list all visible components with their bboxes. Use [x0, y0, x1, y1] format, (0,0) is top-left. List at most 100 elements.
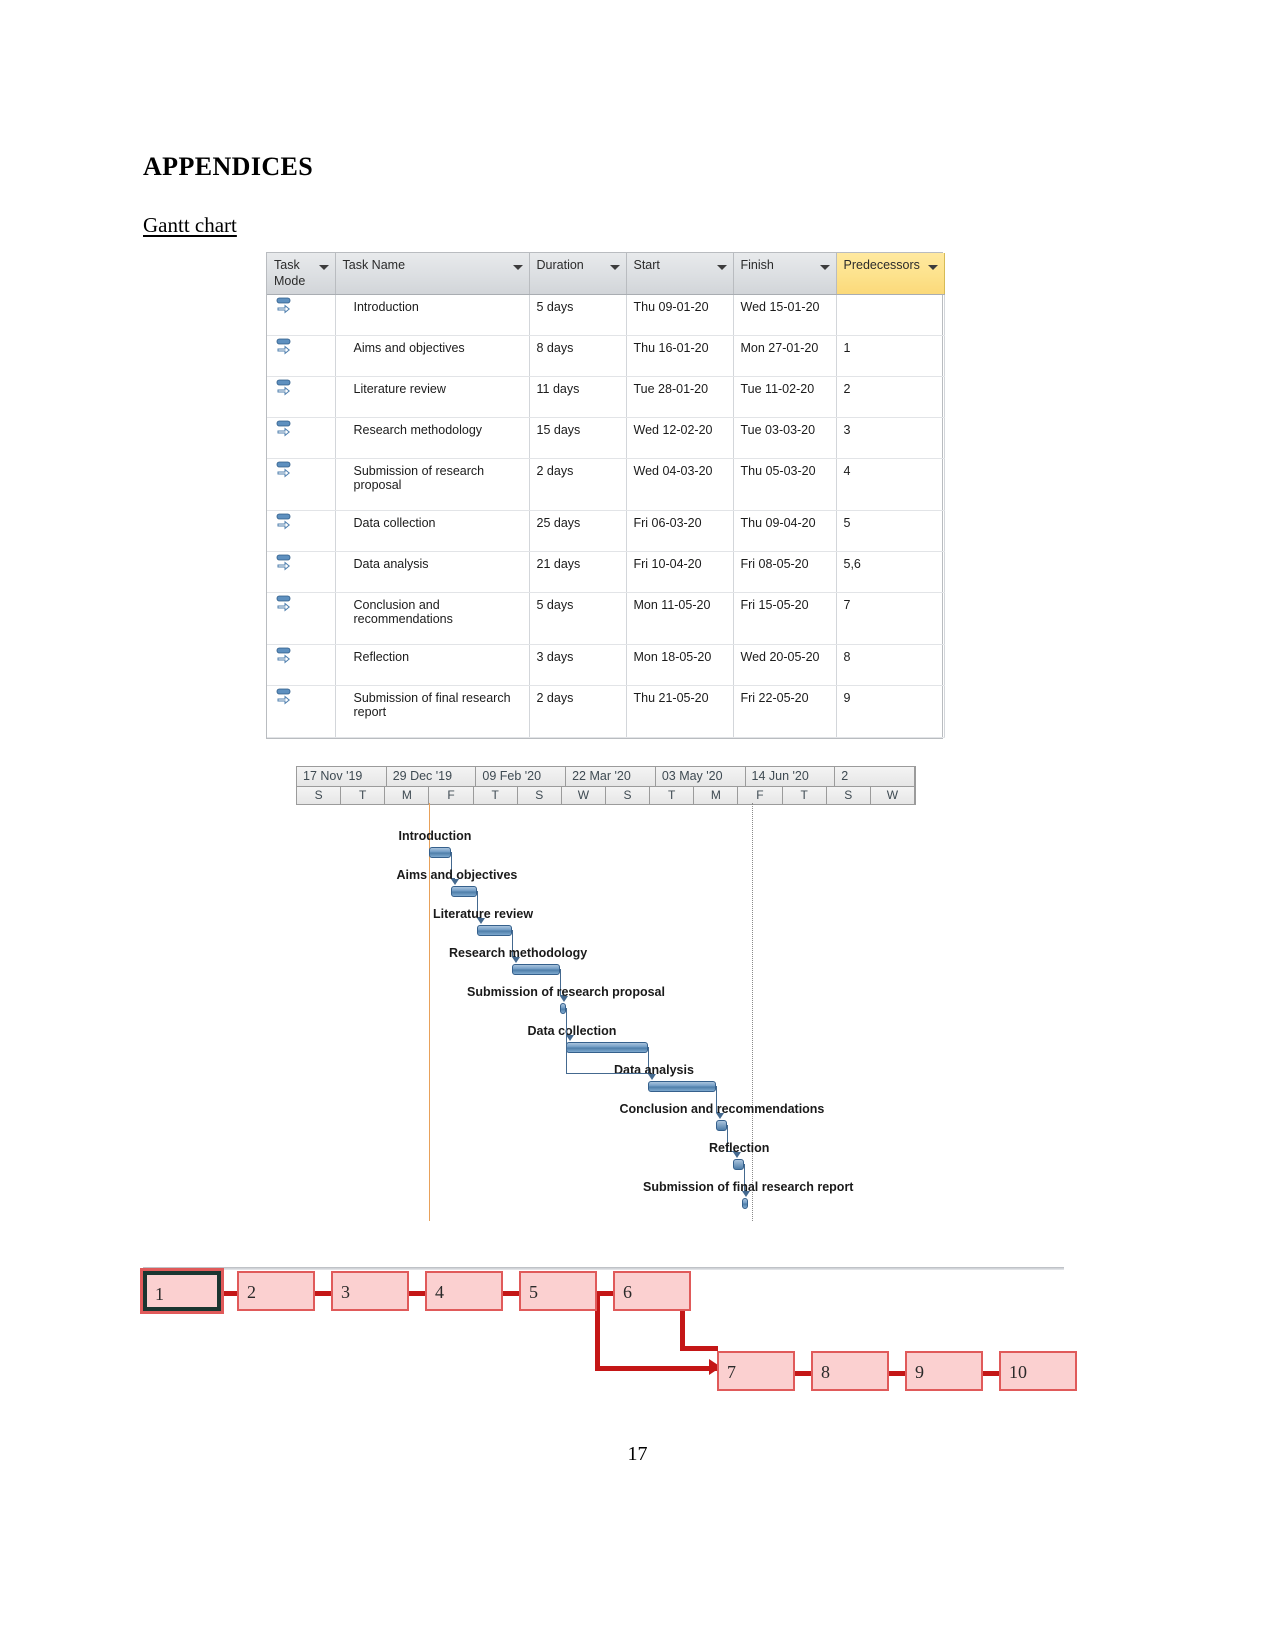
task-predecessors-cell[interactable]: 2 — [836, 376, 945, 419]
task-predecessors-cell[interactable] — [836, 294, 945, 337]
table-row[interactable]: Aims and objectives 8 days Thu 16-01-20 Mon… — [267, 335, 945, 378]
table-row[interactable]: Introduction 5 days Thu 09-01-20 Wed 15-01-… — [267, 294, 945, 337]
task-name-cell[interactable]: Research methodology — [335, 417, 530, 460]
chevron-down-icon[interactable] — [716, 265, 727, 270]
gantt-bar[interactable] — [477, 925, 512, 936]
task-predecessors-cell[interactable]: 5,6 — [836, 551, 945, 594]
task-name-cell[interactable]: Literature review — [335, 376, 530, 419]
network-node-8[interactable]: 8 — [811, 1351, 889, 1391]
table-row[interactable]: Research methodology 15 days Wed 12-02-20 T… — [267, 417, 945, 460]
task-predecessors-cell[interactable]: 3 — [836, 417, 945, 460]
task-duration-cell[interactable]: 15 days — [529, 417, 627, 460]
task-mode-cell[interactable] — [267, 551, 336, 594]
task-duration-cell[interactable]: 25 days — [529, 510, 627, 553]
network-node-9[interactable]: 9 — [905, 1351, 983, 1391]
task-name-cell[interactable]: Data collection — [335, 510, 530, 553]
task-duration-cell[interactable]: 5 days — [529, 294, 627, 337]
task-name-cell[interactable]: Conclusion and recommendations — [335, 592, 530, 646]
chevron-down-icon[interactable] — [318, 265, 329, 270]
chevron-down-icon[interactable] — [512, 265, 523, 270]
gantt-bar[interactable] — [429, 847, 451, 858]
task-finish-cell[interactable]: Fri 22-05-20 — [733, 685, 837, 739]
task-finish-cell[interactable]: Fri 15-05-20 — [733, 592, 837, 646]
gantt-bar[interactable] — [648, 1081, 716, 1092]
task-name-cell[interactable]: Introduction — [335, 294, 530, 337]
task-name-cell[interactable]: Submission of final research report — [335, 685, 530, 739]
task-finish-cell[interactable]: Tue 11-02-20 — [733, 376, 837, 419]
task-predecessors-cell[interactable]: 1 — [836, 335, 945, 378]
task-name-cell[interactable]: Submission of research proposal — [335, 458, 530, 512]
table-row[interactable]: Literature review 11 days Tue 28-01-20 Tue … — [267, 376, 945, 419]
column-header-start[interactable]: Start — [626, 253, 734, 296]
task-mode-cell[interactable] — [267, 644, 336, 687]
chevron-down-icon[interactable] — [927, 265, 938, 270]
task-duration-cell[interactable]: 21 days — [529, 551, 627, 594]
task-name-cell[interactable]: Aims and objectives — [335, 335, 530, 378]
gantt-bar[interactable] — [742, 1198, 748, 1209]
task-name-cell[interactable]: Data analysis — [335, 551, 530, 594]
gantt-bar[interactable] — [451, 886, 477, 897]
task-start-cell[interactable]: Mon 18-05-20 — [626, 644, 734, 687]
network-node-5[interactable]: 5 — [519, 1271, 597, 1311]
task-start-cell[interactable]: Thu 09-01-20 — [626, 294, 734, 337]
task-finish-cell[interactable]: Mon 27-01-20 — [733, 335, 837, 378]
task-start-cell[interactable]: Thu 21-05-20 — [626, 685, 734, 739]
table-row[interactable]: Submission of final research report 2 day… — [267, 685, 945, 739]
task-start-cell[interactable]: Mon 11-05-20 — [626, 592, 734, 646]
network-node-1[interactable]: 1 — [143, 1271, 221, 1311]
table-row[interactable]: Reflection 3 days Mon 18-05-20 Wed 20-05-20… — [267, 644, 945, 687]
network-node-4[interactable]: 4 — [425, 1271, 503, 1311]
task-start-cell[interactable]: Fri 06-03-20 — [626, 510, 734, 553]
gantt-bar[interactable] — [566, 1042, 648, 1053]
task-duration-cell[interactable]: 2 days — [529, 458, 627, 512]
chevron-down-icon[interactable] — [609, 265, 620, 270]
task-start-cell[interactable]: Wed 04-03-20 — [626, 458, 734, 512]
task-finish-cell[interactable]: Wed 20-05-20 — [733, 644, 837, 687]
task-start-cell[interactable]: Wed 12-02-20 — [626, 417, 734, 460]
column-header-task-mode[interactable]: Task Mode — [267, 253, 336, 296]
task-predecessors-cell[interactable]: 7 — [836, 592, 945, 646]
task-mode-cell[interactable] — [267, 417, 336, 460]
column-header-duration[interactable]: Duration — [529, 253, 627, 296]
column-header-predecessors[interactable]: Predecessors — [836, 253, 945, 296]
table-row[interactable]: Submission of research proposal 2 days Wed… — [267, 458, 945, 512]
network-node-10[interactable]: 10 — [999, 1351, 1077, 1391]
task-duration-cell[interactable]: 5 days — [529, 592, 627, 646]
column-header-finish[interactable]: Finish — [733, 253, 837, 296]
task-predecessors-cell[interactable]: 5 — [836, 510, 945, 553]
task-start-cell[interactable]: Fri 10-04-20 — [626, 551, 734, 594]
task-finish-cell[interactable]: Wed 15-01-20 — [733, 294, 837, 337]
gantt-bar[interactable] — [716, 1120, 727, 1131]
task-finish-cell[interactable]: Tue 03-03-20 — [733, 417, 837, 460]
task-mode-cell[interactable] — [267, 458, 336, 512]
task-predecessors-cell[interactable]: 4 — [836, 458, 945, 512]
task-mode-cell[interactable] — [267, 335, 336, 378]
network-node-7[interactable]: 7 — [717, 1351, 795, 1391]
task-predecessors-cell[interactable]: 9 — [836, 685, 945, 739]
task-mode-cell[interactable] — [267, 685, 336, 739]
task-start-cell[interactable]: Tue 28-01-20 — [626, 376, 734, 419]
chevron-down-icon[interactable] — [819, 265, 830, 270]
network-node-3[interactable]: 3 — [331, 1271, 409, 1311]
task-mode-cell[interactable] — [267, 376, 336, 419]
task-start-cell[interactable]: Thu 16-01-20 — [626, 335, 734, 378]
task-mode-cell[interactable] — [267, 510, 336, 553]
table-row[interactable]: Data collection 25 days Fri 06-03-20 Thu 09… — [267, 510, 945, 553]
task-duration-cell[interactable]: 8 days — [529, 335, 627, 378]
task-predecessors-cell[interactable]: 8 — [836, 644, 945, 687]
task-finish-cell[interactable]: Thu 05-03-20 — [733, 458, 837, 512]
gantt-bar[interactable] — [733, 1159, 744, 1170]
gantt-bar[interactable] — [512, 964, 560, 975]
table-row[interactable]: Conclusion and recommendations 5 days Mon … — [267, 592, 945, 646]
task-name-cell[interactable]: Reflection — [335, 644, 530, 687]
table-row[interactable]: Data analysis 21 days Fri 10-04-20 Fri 08-0… — [267, 551, 945, 594]
task-duration-cell[interactable]: 2 days — [529, 685, 627, 739]
task-mode-cell[interactable] — [267, 592, 336, 646]
task-finish-cell[interactable]: Thu 09-04-20 — [733, 510, 837, 553]
network-node-6[interactable]: 6 — [613, 1271, 691, 1311]
column-header-task-name[interactable]: Task Name — [335, 253, 530, 296]
network-node-2[interactable]: 2 — [237, 1271, 315, 1311]
task-duration-cell[interactable]: 3 days — [529, 644, 627, 687]
task-finish-cell[interactable]: Fri 08-05-20 — [733, 551, 837, 594]
task-mode-cell[interactable] — [267, 294, 336, 337]
